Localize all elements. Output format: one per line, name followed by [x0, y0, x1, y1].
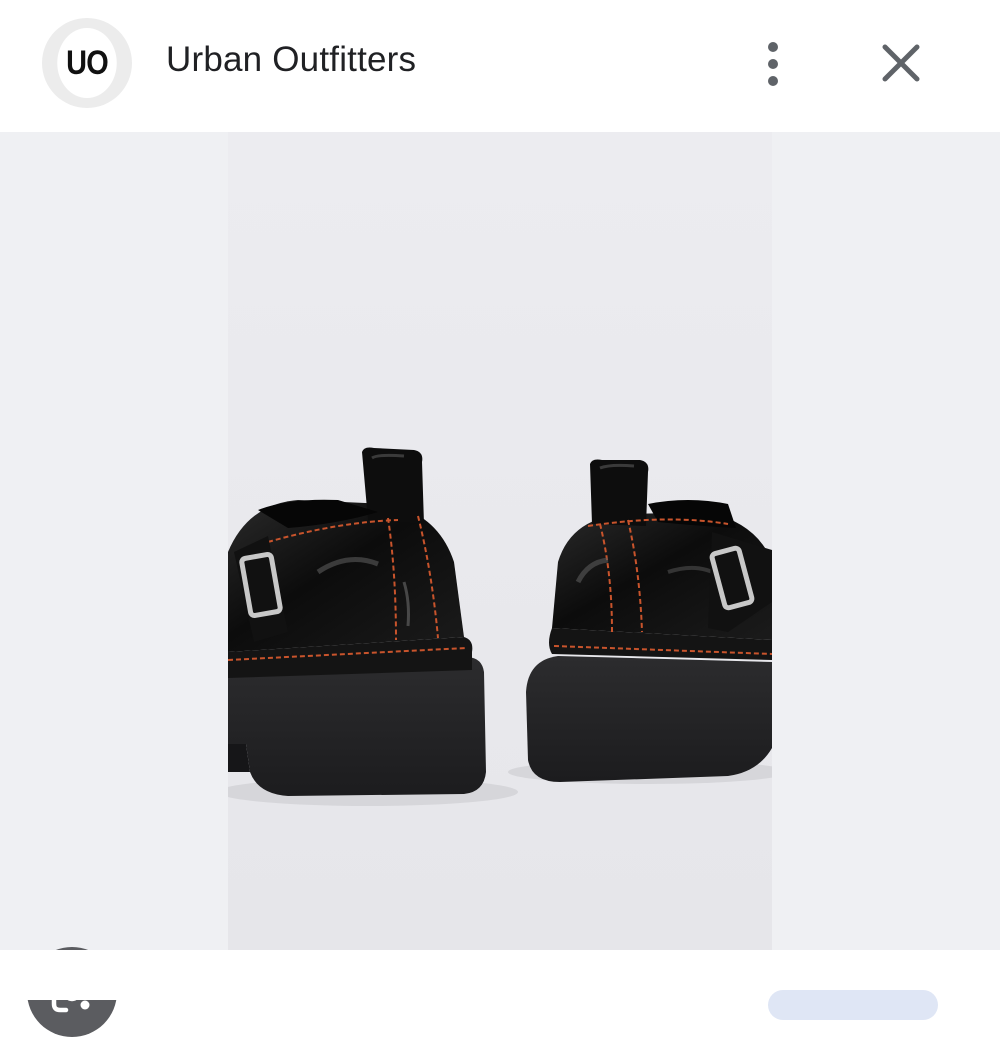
image-viewer: [0, 132, 1000, 1037]
site-logo[interactable]: UO: [42, 18, 132, 108]
site-logo-text: UO: [57, 28, 117, 98]
close-icon: [882, 44, 920, 82]
action-chip[interactable]: [768, 990, 938, 1020]
more-vert-icon-dot: [768, 59, 778, 69]
more-options-button[interactable]: [748, 36, 798, 92]
shoes-illustration: [218, 132, 788, 950]
more-vert-icon: [768, 42, 778, 52]
more-vert-icon-dot: [768, 76, 778, 86]
product-image[interactable]: [218, 132, 788, 950]
close-button[interactable]: [872, 36, 930, 94]
viewer-header: UO Urban Outfitters: [0, 0, 1000, 132]
site-name[interactable]: Urban Outfitters: [166, 40, 416, 80]
